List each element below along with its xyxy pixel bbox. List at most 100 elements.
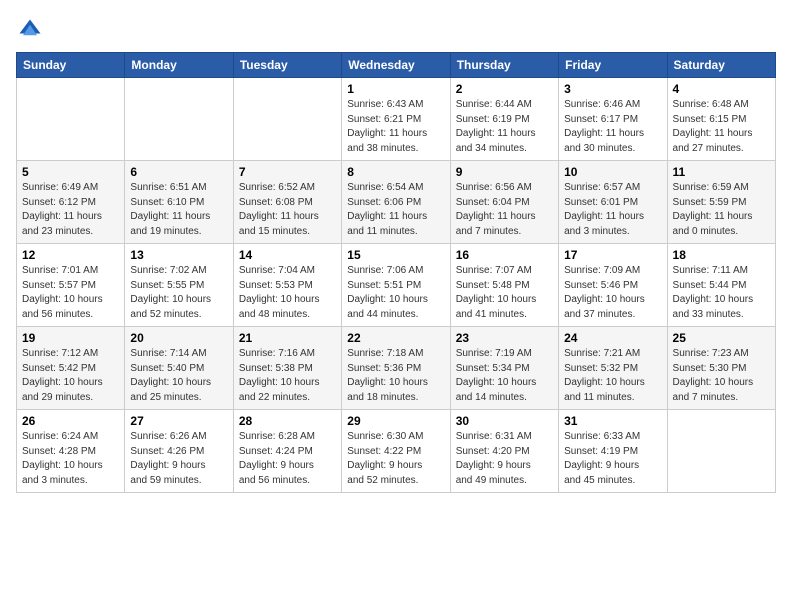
day-number: 30 [456, 414, 553, 428]
calendar-cell: 24 Sunrise: 7:21 AM Sunset: 5:32 PM Dayli… [559, 327, 667, 410]
day-number: 23 [456, 331, 553, 345]
day-number: 25 [673, 331, 770, 345]
calendar-cell: 22Sunrise: 7:18 AM Sunset: 5:36 PM Dayli… [342, 327, 450, 410]
day-info: Sunrise: 7:23 AM Sunset: 5:30 PM Dayligh… [673, 347, 770, 405]
day-info: Sunrise: 6:57 AM Sunset: 6:01 PM Dayligh… [564, 181, 661, 239]
day-info: Sunrise: 6:44 AM Sunset: 6:19 PM Dayligh… [456, 98, 553, 156]
calendar-cell: 10 Sunrise: 6:57 AM Sunset: 6:01 PM Dayli… [559, 161, 667, 244]
day-number: 17 [564, 248, 661, 262]
calendar-cell: 17 Sunrise: 7:09 AM Sunset: 5:46 PM Dayli… [559, 244, 667, 327]
day-number: 16 [456, 248, 553, 262]
calendar-cell [233, 78, 341, 161]
calendar-cell: 26 Sunrise: 6:24 AM Sunset: 4:28 PM Dayli… [17, 410, 125, 493]
day-number: 29 [347, 414, 444, 428]
calendar-week-row: 5 Sunrise: 6:49 AM Sunset: 6:12 PM Daylig… [17, 161, 776, 244]
day-info: Sunrise: 6:28 AM Sunset: 4:24 PM Dayligh… [239, 430, 336, 488]
day-number: 26 [22, 414, 119, 428]
day-info: Sunrise: 7:19 AM Sunset: 5:34 PM Dayligh… [456, 347, 553, 405]
day-info: Sunrise: 7:12 AM Sunset: 5:42 PM Dayligh… [22, 347, 119, 405]
calendar-cell: 14 Sunrise: 7:04 AM Sunset: 5:53 PM Dayli… [233, 244, 341, 327]
day-info: Sunrise: 6:51 AM Sunset: 6:10 PM Dayligh… [130, 181, 227, 239]
day-number: 4 [673, 82, 770, 96]
day-info: Sunrise: 6:59 AM Sunset: 5:59 PM Dayligh… [673, 181, 770, 239]
day-number: 12 [22, 248, 119, 262]
day-number: 10 [564, 165, 661, 179]
day-number: 1 [347, 82, 444, 96]
logo-icon [16, 16, 44, 44]
day-number: 14 [239, 248, 336, 262]
calendar-header-sunday: Sunday [17, 53, 125, 78]
calendar-header-saturday: Saturday [667, 53, 775, 78]
day-number: 9 [456, 165, 553, 179]
calendar-week-row: 26 Sunrise: 6:24 AM Sunset: 4:28 PM Dayli… [17, 410, 776, 493]
calendar-cell: 29 Sunrise: 6:30 AM Sunset: 4:22 PM Dayli… [342, 410, 450, 493]
day-info: Sunrise: 7:09 AM Sunset: 5:46 PM Dayligh… [564, 264, 661, 322]
calendar-cell: 25 Sunrise: 7:23 AM Sunset: 5:30 PM Dayli… [667, 327, 775, 410]
day-number: 6 [130, 165, 227, 179]
calendar-week-row: 1 Sunrise: 6:43 AM Sunset: 6:21 PM Daylig… [17, 78, 776, 161]
calendar-cell: 6 Sunrise: 6:51 AM Sunset: 6:10 PM Daylig… [125, 161, 233, 244]
day-number: 31 [564, 414, 661, 428]
day-info: Sunrise: 6:54 AM Sunset: 6:06 PM Dayligh… [347, 181, 444, 239]
day-info: Sunrise: 7:01 AM Sunset: 5:57 PM Dayligh… [22, 264, 119, 322]
calendar-cell: 9Sunrise: 6:56 AM Sunset: 6:04 PM Daylig… [450, 161, 558, 244]
day-info: Sunrise: 6:33 AM Sunset: 4:19 PM Dayligh… [564, 430, 661, 488]
day-info: Sunrise: 7:16 AM Sunset: 5:38 PM Dayligh… [239, 347, 336, 405]
day-info: Sunrise: 7:07 AM Sunset: 5:48 PM Dayligh… [456, 264, 553, 322]
calendar-cell: 30Sunrise: 6:31 AM Sunset: 4:20 PM Dayli… [450, 410, 558, 493]
calendar-header-row: SundayMondayTuesdayWednesdayThursdayFrid… [17, 53, 776, 78]
day-info: Sunrise: 7:06 AM Sunset: 5:51 PM Dayligh… [347, 264, 444, 322]
calendar-cell: 15 Sunrise: 7:06 AM Sunset: 5:51 PM Dayli… [342, 244, 450, 327]
calendar-cell: 19 Sunrise: 7:12 AM Sunset: 5:42 PM Dayli… [17, 327, 125, 410]
day-info: Sunrise: 7:11 AM Sunset: 5:44 PM Dayligh… [673, 264, 770, 322]
calendar-week-row: 19 Sunrise: 7:12 AM Sunset: 5:42 PM Dayli… [17, 327, 776, 410]
day-info: Sunrise: 6:46 AM Sunset: 6:17 PM Dayligh… [564, 98, 661, 156]
calendar-cell: 12 Sunrise: 7:01 AM Sunset: 5:57 PM Dayli… [17, 244, 125, 327]
day-number: 7 [239, 165, 336, 179]
day-number: 8 [347, 165, 444, 179]
day-info: Sunrise: 6:24 AM Sunset: 4:28 PM Dayligh… [22, 430, 119, 488]
calendar-cell: 27 Sunrise: 6:26 AM Sunset: 4:26 PM Dayli… [125, 410, 233, 493]
day-info: Sunrise: 6:52 AM Sunset: 6:08 PM Dayligh… [239, 181, 336, 239]
calendar-cell: 4Sunrise: 6:48 AM Sunset: 6:15 PM Daylig… [667, 78, 775, 161]
day-number: 11 [673, 165, 770, 179]
day-number: 2 [456, 82, 553, 96]
day-info: Sunrise: 7:04 AM Sunset: 5:53 PM Dayligh… [239, 264, 336, 322]
day-info: Sunrise: 7:21 AM Sunset: 5:32 PM Dayligh… [564, 347, 661, 405]
day-number: 5 [22, 165, 119, 179]
calendar-header-wednesday: Wednesday [342, 53, 450, 78]
calendar-cell [125, 78, 233, 161]
day-number: 22 [347, 331, 444, 345]
calendar-cell: 16 Sunrise: 7:07 AM Sunset: 5:48 PM Dayli… [450, 244, 558, 327]
logo [16, 16, 48, 44]
day-number: 18 [673, 248, 770, 262]
day-number: 20 [130, 331, 227, 345]
calendar-cell [17, 78, 125, 161]
day-number: 21 [239, 331, 336, 345]
calendar-cell: 21 Sunrise: 7:16 AM Sunset: 5:38 PM Dayli… [233, 327, 341, 410]
calendar-cell [667, 410, 775, 493]
calendar-header-thursday: Thursday [450, 53, 558, 78]
calendar-cell: 8 Sunrise: 6:54 AM Sunset: 6:06 PM Daylig… [342, 161, 450, 244]
day-info: Sunrise: 7:14 AM Sunset: 5:40 PM Dayligh… [130, 347, 227, 405]
day-info: Sunrise: 6:26 AM Sunset: 4:26 PM Dayligh… [130, 430, 227, 488]
day-info: Sunrise: 6:43 AM Sunset: 6:21 PM Dayligh… [347, 98, 444, 156]
day-number: 15 [347, 248, 444, 262]
day-number: 3 [564, 82, 661, 96]
calendar-header-monday: Monday [125, 53, 233, 78]
calendar-cell: 18 Sunrise: 7:11 AM Sunset: 5:44 PM Dayli… [667, 244, 775, 327]
calendar-table: SundayMondayTuesdayWednesdayThursdayFrid… [16, 52, 776, 493]
calendar-cell: 13Sunrise: 7:02 AM Sunset: 5:55 PM Dayli… [125, 244, 233, 327]
calendar-week-row: 12 Sunrise: 7:01 AM Sunset: 5:57 PM Dayli… [17, 244, 776, 327]
calendar-cell: 28 Sunrise: 6:28 AM Sunset: 4:24 PM Dayli… [233, 410, 341, 493]
day-number: 19 [22, 331, 119, 345]
calendar-cell: 20 Sunrise: 7:14 AM Sunset: 5:40 PM Dayli… [125, 327, 233, 410]
day-info: Sunrise: 6:30 AM Sunset: 4:22 PM Dayligh… [347, 430, 444, 488]
day-number: 28 [239, 414, 336, 428]
day-number: 24 [564, 331, 661, 345]
calendar-cell: 23 Sunrise: 7:19 AM Sunset: 5:34 PM Dayli… [450, 327, 558, 410]
calendar-header-friday: Friday [559, 53, 667, 78]
calendar-cell: 5 Sunrise: 6:49 AM Sunset: 6:12 PM Daylig… [17, 161, 125, 244]
day-number: 27 [130, 414, 227, 428]
day-info: Sunrise: 6:49 AM Sunset: 6:12 PM Dayligh… [22, 181, 119, 239]
